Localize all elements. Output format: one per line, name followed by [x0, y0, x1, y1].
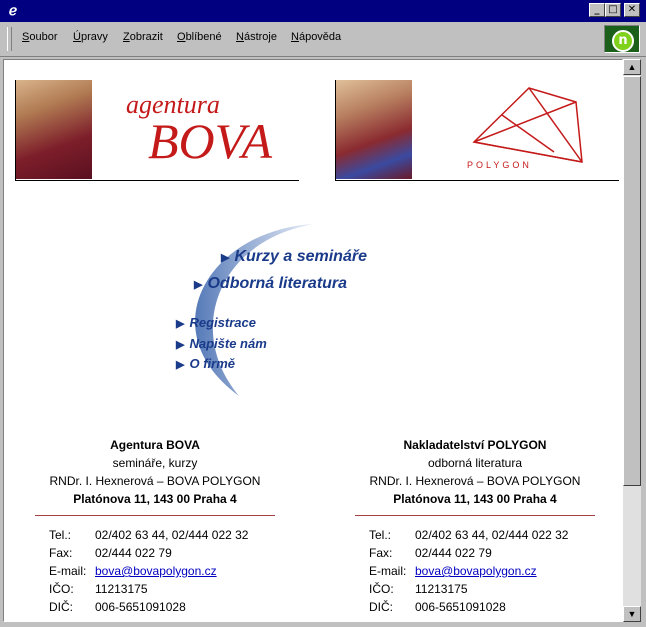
ico-value: 11213175 — [95, 582, 148, 596]
fax-label: Fax: — [49, 546, 73, 560]
banner-bova[interactable]: agentura BOVA — [15, 80, 299, 181]
nav-literatura-link[interactable]: ▶ Odborná literatura — [194, 275, 347, 293]
dic-label: DIČ: — [369, 600, 393, 614]
bova-info: Agentura BOVA semináře, kurzy RNDr. I. H… — [15, 436, 295, 508]
woman-reading-photo — [336, 80, 412, 179]
dic-label: DIČ: — [49, 600, 73, 614]
polygon-divider — [355, 515, 595, 516]
email-link[interactable]: bova@bovapolygon.cz — [415, 564, 537, 578]
tel-label: Tel.: — [369, 528, 392, 542]
fax-label: Fax: — [369, 546, 393, 560]
nav-napiste-link[interactable]: ▶ Napište nám — [176, 336, 267, 351]
email-label: E-mail: — [49, 564, 87, 578]
title-bar: ℯ _ □ ✕ — [0, 0, 646, 22]
scroll-down-button[interactable]: ▼ — [623, 606, 641, 622]
banner-polygon[interactable]: POLYGON — [335, 80, 619, 181]
menu-bar: Soubor Úpravy Zobrazit Oblíbené Nástroje… — [0, 22, 646, 57]
scroll-thumb[interactable] — [623, 76, 641, 486]
ico-label: IČO: — [49, 582, 74, 596]
polygon-person: RNDr. I. Hexnerová – BOVA POLYGON — [369, 474, 581, 488]
dic-value: 006-5651091028 — [95, 600, 186, 614]
menu-nastroje[interactable]: Nástroje — [236, 31, 277, 43]
throbber-logo-icon: n — [612, 30, 634, 52]
nav-firma-label: O firmě — [189, 356, 235, 371]
polygon-info: Nakladatelství POLYGON odborná literatur… — [335, 436, 615, 508]
maximize-button[interactable]: □ — [605, 3, 621, 17]
menu-soubor[interactable]: Soubor — [22, 31, 57, 43]
nav-literatura-label: Odborná literatura — [207, 275, 348, 292]
polygon-logo-text: POLYGON — [467, 160, 532, 170]
fax-value: 02/444 022 79 — [95, 546, 172, 560]
nav-registrace-link[interactable]: ▶ Registrace — [176, 315, 256, 330]
toolbar-grip[interactable] — [7, 27, 12, 51]
email-link[interactable]: bova@bovapolygon.cz — [95, 564, 217, 578]
vertical-scrollbar[interactable]: ▲ ▼ — [623, 59, 641, 622]
bova-name: Agentura BOVA — [110, 438, 200, 452]
ico-label: IČO: — [369, 582, 394, 596]
brand-bova: BOVA — [148, 113, 273, 169]
polygon-logo-icon — [472, 87, 583, 163]
menu-upravy[interactable]: Úpravy — [73, 31, 108, 43]
menu-zobrazit[interactable]: Zobrazit — [123, 31, 163, 43]
polygon-subtitle: odborná literatura — [427, 456, 523, 470]
menu-oblibene[interactable]: Oblíbené — [177, 31, 222, 43]
close-button[interactable]: ✕ — [624, 3, 640, 17]
polygon-contacts: Tel.: 02/402 63 44, 02/444 022 32 Fax: 02/… — [369, 526, 568, 616]
bova-address: Platónova 11, 143 00 Praha 4 — [73, 492, 237, 506]
ico-value: 11213175 — [415, 582, 468, 596]
activity-throbber: n — [604, 25, 640, 53]
tel-label: Tel.: — [49, 528, 72, 542]
nav-napiste-label: Napište nám — [189, 336, 267, 351]
email-label: E-mail: — [369, 564, 407, 578]
nav-kurzy-link[interactable]: ▶ Kurzy a semináře — [221, 248, 367, 266]
minimize-button[interactable]: _ — [589, 3, 605, 17]
fax-value: 02/444 022 79 — [415, 546, 492, 560]
dic-value: 006-5651091028 — [415, 600, 506, 614]
nav-kurzy-label: Kurzy a semináře — [234, 248, 367, 265]
bova-subtitle: semináře, kurzy — [112, 456, 198, 470]
nav-registrace-label: Registrace — [189, 315, 256, 330]
scroll-up-button[interactable]: ▲ — [623, 59, 641, 75]
polygon-name: Nakladatelství POLYGON — [403, 438, 547, 452]
browser-icon: ℯ — [8, 3, 18, 19]
polygon-address: Platónova 11, 143 00 Praha 4 — [393, 492, 557, 506]
tel-value: 02/402 63 44, 02/444 022 32 — [95, 528, 249, 542]
tel-value: 02/402 63 44, 02/444 022 32 — [415, 528, 569, 542]
page-viewport: agentura BOVA POLYGON ▶ Kurzy a semináře … — [3, 59, 623, 622]
bova-contacts: Tel.: 02/402 63 44, 02/444 022 32 Fax: 02/… — [49, 526, 248, 616]
nav-swoosh-icon — [195, 224, 314, 396]
bova-person: RNDr. I. Hexnerová – BOVA POLYGON — [49, 474, 261, 488]
nav-firma-link[interactable]: ▶ O firmě — [176, 356, 235, 371]
woman-on-phone-photo — [16, 80, 92, 179]
bova-divider — [35, 515, 275, 516]
menu-napoveda[interactable]: Nápověda — [291, 31, 341, 43]
